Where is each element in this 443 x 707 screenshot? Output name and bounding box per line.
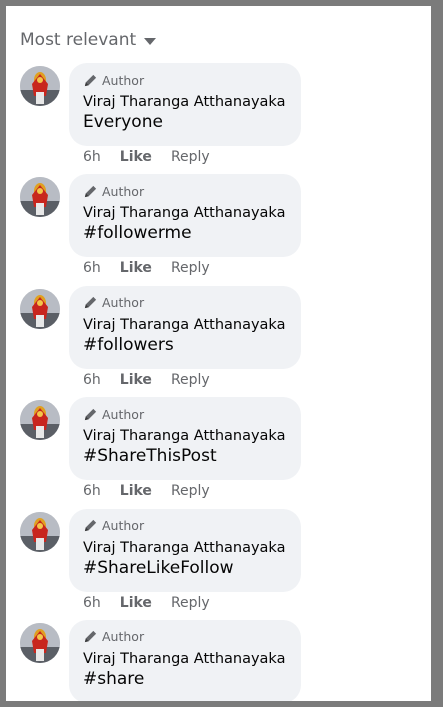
comment-actions: 6h Like Reply	[83, 149, 210, 165]
comment: Author Viraj Tharanga Atthanayaka #Share…	[6, 508, 431, 619]
author-badge-row: Author	[83, 517, 287, 535]
comment-actions: 6h Like Reply	[83, 483, 210, 499]
reply-button[interactable]: Reply	[171, 372, 210, 388]
author-badge-row: Author	[83, 182, 287, 200]
author-badge-row: Author	[83, 71, 287, 89]
avatar[interactable]	[20, 400, 60, 441]
comment-bubble: Author Viraj Tharanga Atthanayaka #Share…	[69, 508, 301, 592]
comment-time[interactable]: 6h	[83, 483, 101, 499]
comment: Author Viraj Tharanga Atthanayaka Everyo…	[6, 62, 431, 173]
chevron-down-icon	[144, 38, 157, 45]
author-name[interactable]: Viraj Tharanga Atthanayaka	[83, 94, 287, 110]
pencil-icon	[83, 518, 98, 533]
author-badge-row: Author	[83, 628, 287, 646]
comment-actions: 6h Like Reply	[83, 372, 210, 388]
reply-button[interactable]: Reply	[171, 595, 210, 611]
comment: Author Viraj Tharanga Atthanayaka #share	[6, 619, 431, 701]
comment-actions: 6h Like Reply	[83, 595, 210, 611]
sort-label: Most relevant	[20, 30, 137, 50]
like-button[interactable]: Like	[120, 260, 152, 276]
comment-bubble: Author Viraj Tharanga Atthanayaka #follo…	[69, 285, 301, 369]
pencil-icon	[83, 73, 98, 88]
comment-time[interactable]: 6h	[83, 260, 101, 276]
comment-bubble: Author Viraj Tharanga Atthanayaka Everyo…	[69, 63, 301, 146]
pencil-icon	[83, 407, 98, 422]
comment-text: #followerme	[83, 223, 192, 244]
comment-text: #followers	[83, 334, 174, 355]
comment-actions: 6h Like Reply	[83, 260, 210, 276]
comment-text: #ShareLikeFollow	[83, 557, 234, 578]
comment-text: #share	[83, 668, 145, 689]
avatar[interactable]	[20, 66, 60, 106]
avatar[interactable]	[20, 177, 60, 218]
author-name[interactable]: Viraj Tharanga Atthanayaka	[83, 540, 287, 556]
comment: Author Viraj Tharanga Atthanayaka #follo…	[6, 173, 431, 284]
avatar[interactable]	[20, 622, 60, 663]
author-badge: Author	[102, 72, 145, 88]
avatar[interactable]	[20, 511, 60, 552]
sort-dropdown[interactable]: Most relevant	[20, 30, 157, 50]
comment-bubble: Author Viraj Tharanga Atthanayaka #share	[69, 619, 301, 701]
author-badge-row: Author	[83, 294, 287, 312]
like-button[interactable]: Like	[120, 483, 152, 499]
comment-list: Author Viraj Tharanga Atthanayaka Everyo…	[6, 62, 431, 701]
comment-time[interactable]: 6h	[83, 149, 101, 165]
reply-button[interactable]: Reply	[171, 483, 210, 499]
author-name[interactable]: Viraj Tharanga Atthanayaka	[83, 205, 287, 221]
author-name[interactable]: Viraj Tharanga Atthanayaka	[83, 317, 287, 333]
reply-button[interactable]: Reply	[171, 260, 210, 276]
comment: Author Viraj Tharanga Atthanayaka #Share…	[6, 396, 431, 507]
comment-text: #ShareThisPost	[83, 446, 217, 467]
reply-button[interactable]: Reply	[171, 149, 210, 165]
like-button[interactable]: Like	[120, 595, 152, 611]
author-name[interactable]: Viraj Tharanga Atthanayaka	[83, 651, 287, 667]
avatar[interactable]	[20, 288, 60, 329]
author-name[interactable]: Viraj Tharanga Atthanayaka	[83, 428, 287, 444]
like-button[interactable]: Like	[120, 149, 152, 165]
author-badge-row: Author	[83, 405, 287, 423]
comment-bubble: Author Viraj Tharanga Atthanayaka #follo…	[69, 174, 301, 258]
comments-panel: Most relevant Author Viraj Tharanga Atth…	[6, 6, 431, 701]
author-badge: Author	[102, 295, 145, 311]
comment-text: Everyone	[83, 112, 163, 132]
author-badge: Author	[102, 629, 145, 645]
comment: Author Viraj Tharanga Atthanayaka #follo…	[6, 285, 431, 396]
comment-bubble: Author Viraj Tharanga Atthanayaka #Share…	[69, 397, 301, 481]
pencil-icon	[83, 184, 98, 199]
author-badge: Author	[102, 518, 145, 534]
comment-time[interactable]: 6h	[83, 595, 101, 611]
comment-time[interactable]: 6h	[83, 372, 101, 388]
like-button[interactable]: Like	[120, 372, 152, 388]
author-badge: Author	[102, 406, 145, 422]
author-badge: Author	[102, 183, 145, 199]
pencil-icon	[83, 629, 98, 644]
pencil-icon	[83, 295, 98, 310]
